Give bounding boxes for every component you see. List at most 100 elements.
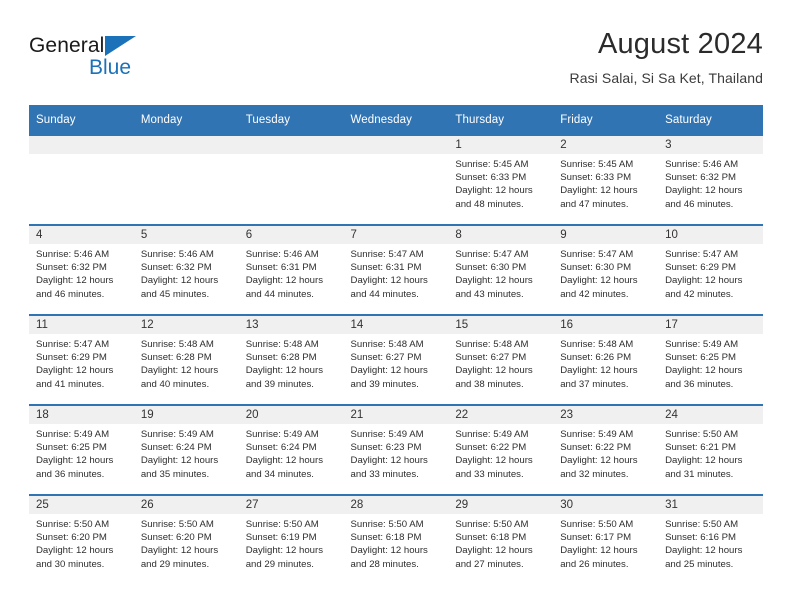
weekday-header-sunday: Sunday [29,105,134,135]
day-details: Sunrise: 5:48 AM Sunset: 6:26 PM Daylight:… [553,334,658,391]
day-detail-line: Sunrise: 5:46 AM [665,159,739,170]
calendar-day-cell[interactable]: 20 Sunrise: 5:49 AM Sunset: 6:24 PM Dayligh… [238,404,344,495]
day-details: Sunrise: 5:50 AM Sunset: 6:20 PM Daylight:… [29,514,134,571]
calendar-day-cell[interactable]: 15 Sunrise: 5:48 AM Sunset: 6:27 PM Dayligh… [448,314,554,405]
calendar-day-cell[interactable]: 10 Sunrise: 5:47 AM Sunset: 6:29 PM Dayligh… [658,224,763,315]
day-details: Sunrise: 5:50 AM Sunset: 6:16 PM Daylight:… [658,514,763,571]
day-cell-inner: 19 Sunrise: 5:49 AM Sunset: 6:24 PM Dayligh… [133,406,239,494]
calendar-day-cell[interactable]: 1 Sunrise: 5:45 AM Sunset: 6:33 PM Daylight… [448,134,554,225]
day-detail-line: Sunset: 6:31 PM [245,262,317,274]
weekday-header-saturday: Saturday [658,105,763,135]
calendar-day-cell[interactable]: 16 Sunrise: 5:48 AM Sunset: 6:26 PM Dayligh… [553,314,659,405]
generalblue-logo[interactable]: General Blue [29,34,259,94]
day-cell-inner: 1 Sunrise: 5:45 AM Sunset: 6:33 PM Daylight… [448,136,554,224]
day-cell-inner: 5 Sunrise: 5:46 AM Sunset: 6:32 PM Daylight… [133,226,239,314]
day-cell-inner: 22 Sunrise: 5:49 AM Sunset: 6:22 PM Dayligh… [448,406,554,494]
day-detail-line: Sunset: 6:20 PM [140,532,212,544]
day-detail-line: Sunrise: 5:48 AM [350,339,424,350]
day-detail-line: Daylight: 12 hours [665,185,743,197]
day-detail-line: Sunrise: 5:50 AM [560,519,634,530]
title-block: August 2024 Rasi Salai, Si Sa Ket, Thail… [569,26,763,88]
day-detail-line: Sunset: 6:32 PM [140,262,212,274]
calendar-day-cell[interactable]: 29 Sunrise: 5:50 AM Sunset: 6:18 PM Dayligh… [448,494,554,584]
day-details: Sunrise: 5:48 AM Sunset: 6:28 PM Daylight:… [239,334,344,391]
calendar-day-cell[interactable]: 30 Sunrise: 5:50 AM Sunset: 6:17 PM Dayligh… [553,494,659,584]
calendar-day-cell[interactable]: 24 Sunrise: 5:50 AM Sunset: 6:21 PM Dayligh… [658,404,763,495]
calendar-day-cell[interactable]: 11 Sunrise: 5:47 AM Sunset: 6:29 PM Dayligh… [29,314,134,405]
day-details: Sunrise: 5:50 AM Sunset: 6:18 PM Daylight:… [448,514,553,571]
day-detail-line: and 45 minutes. [140,288,210,300]
day-cell-inner: 13 Sunrise: 5:48 AM Sunset: 6:28 PM Dayligh… [238,316,344,404]
day-detail-line: Sunrise: 5:47 AM [455,249,529,260]
calendar-day-cell[interactable]: 7 Sunrise: 5:47 AM Sunset: 6:31 PM Daylight… [343,224,449,315]
calendar-day-cell[interactable]: 25 Sunrise: 5:50 AM Sunset: 6:20 PM Dayligh… [29,494,134,584]
day-detail-line: and 46 minutes. [36,288,105,300]
calendar-day-cell[interactable]: 22 Sunrise: 5:49 AM Sunset: 6:22 PM Dayligh… [448,404,554,495]
day-cell-inner: 18 Sunrise: 5:49 AM Sunset: 6:25 PM Dayligh… [29,406,134,494]
calendar-week-row: 4 Sunrise: 5:46 AM Sunset: 6:32 PM Daylight… [29,224,763,315]
day-detail-line: Daylight: 12 hours [36,545,114,557]
calendar-day-cell[interactable]: 31 Sunrise: 5:50 AM Sunset: 6:16 PM Dayligh… [658,494,763,584]
day-cell-inner: 27 Sunrise: 5:50 AM Sunset: 6:19 PM Dayligh… [238,496,344,584]
day-detail-line: Sunset: 6:20 PM [36,532,107,544]
day-details: Sunrise: 5:47 AM Sunset: 6:31 PM Daylight:… [344,244,449,301]
logo-text-blue: Blue [89,56,132,79]
day-detail-line: Daylight: 12 hours [455,545,533,557]
day-detail-line: Sunset: 6:29 PM [36,352,107,364]
day-detail-line: Daylight: 12 hours [665,545,743,557]
calendar-day-cell[interactable]: 17 Sunrise: 5:49 AM Sunset: 6:25 PM Dayligh… [658,314,763,405]
day-number: 10 [658,226,763,244]
day-number: 15 [448,316,554,334]
day-detail-line: Daylight: 12 hours [560,545,638,557]
day-detail-line: Sunrise: 5:48 AM [245,339,319,350]
day-detail-line: Daylight: 12 hours [560,365,638,377]
day-detail-line: Daylight: 12 hours [140,545,219,557]
calendar-day-cell[interactable]: 4 Sunrise: 5:46 AM Sunset: 6:32 PM Daylight… [29,224,134,315]
page-title: August 2024 [597,28,763,60]
day-cell-inner: 25 Sunrise: 5:50 AM Sunset: 6:20 PM Dayligh… [29,496,134,584]
calendar-day-cell[interactable]: 28 Sunrise: 5:50 AM Sunset: 6:18 PM Dayligh… [343,494,449,584]
day-detail-line: Sunrise: 5:49 AM [665,339,739,350]
day-detail-line: Sunset: 6:28 PM [140,352,212,364]
calendar-day-cell-empty [343,134,449,225]
calendar-day-cell[interactable]: 21 Sunrise: 5:49 AM Sunset: 6:23 PM Dayligh… [343,404,449,495]
calendar-day-cell-empty [29,134,134,225]
calendar-body: 1 Sunrise: 5:45 AM Sunset: 6:33 PM Daylight… [29,134,763,584]
day-details: Sunrise: 5:49 AM Sunset: 6:23 PM Daylight:… [344,424,449,481]
calendar-day-cell[interactable]: 19 Sunrise: 5:49 AM Sunset: 6:24 PM Dayligh… [133,404,239,495]
day-number: 7 [343,226,449,244]
day-cell-inner: 21 Sunrise: 5:49 AM Sunset: 6:23 PM Dayligh… [343,406,449,494]
calendar-day-cell[interactable]: 6 Sunrise: 5:46 AM Sunset: 6:31 PM Daylight… [238,224,344,315]
calendar-day-cell[interactable]: 13 Sunrise: 5:48 AM Sunset: 6:28 PM Dayligh… [238,314,344,405]
day-details: Sunrise: 5:46 AM Sunset: 6:32 PM Daylight:… [658,154,763,211]
calendar-day-cell[interactable]: 3 Sunrise: 5:46 AM Sunset: 6:32 PM Daylight… [658,134,763,225]
calendar-day-cell[interactable]: 2 Sunrise: 5:45 AM Sunset: 6:33 PM Daylight… [553,134,659,225]
day-detail-line: and 32 minutes. [560,468,629,480]
calendar-day-cell[interactable]: 12 Sunrise: 5:48 AM Sunset: 6:28 PM Dayligh… [133,314,239,405]
calendar-page: General Blue August 2024 Rasi Salai, Si … [0,0,792,612]
day-detail-line: Sunrise: 5:49 AM [560,429,634,440]
day-detail-line: Sunset: 6:22 PM [455,442,527,454]
calendar-day-cell-empty [133,134,239,225]
calendar-day-cell[interactable]: 18 Sunrise: 5:49 AM Sunset: 6:25 PM Dayligh… [29,404,134,495]
day-detail-line: Daylight: 12 hours [350,455,428,467]
calendar-day-cell[interactable]: 8 Sunrise: 5:47 AM Sunset: 6:30 PM Daylight… [448,224,554,315]
calendar-day-cell[interactable]: 5 Sunrise: 5:46 AM Sunset: 6:32 PM Daylight… [133,224,239,315]
calendar-day-cell[interactable]: 14 Sunrise: 5:48 AM Sunset: 6:27 PM Dayligh… [343,314,449,405]
day-cell-inner: 28 Sunrise: 5:50 AM Sunset: 6:18 PM Dayligh… [343,496,449,584]
day-detail-line: and 37 minutes. [560,378,629,390]
calendar-day-cell[interactable]: 23 Sunrise: 5:49 AM Sunset: 6:22 PM Dayligh… [553,404,659,495]
calendar-day-cell[interactable]: 9 Sunrise: 5:47 AM Sunset: 6:30 PM Daylight… [553,224,659,315]
calendar-day-cell[interactable]: 26 Sunrise: 5:50 AM Sunset: 6:20 PM Dayligh… [133,494,239,584]
day-details: Sunrise: 5:47 AM Sunset: 6:29 PM Daylight:… [658,244,763,301]
calendar-day-cell[interactable]: 27 Sunrise: 5:50 AM Sunset: 6:19 PM Dayligh… [238,494,344,584]
day-detail-line: Sunrise: 5:50 AM [140,519,214,530]
day-number: 29 [448,496,554,514]
day-cell-inner: 15 Sunrise: 5:48 AM Sunset: 6:27 PM Dayligh… [448,316,554,404]
day-detail-line: Sunset: 6:32 PM [665,172,736,184]
day-number: 2 [553,136,659,154]
day-cell-inner: 29 Sunrise: 5:50 AM Sunset: 6:18 PM Dayligh… [448,496,554,584]
day-details: Sunrise: 5:47 AM Sunset: 6:29 PM Daylight:… [29,334,134,391]
day-detail-line: Sunrise: 5:46 AM [36,249,110,260]
day-number: 27 [238,496,344,514]
